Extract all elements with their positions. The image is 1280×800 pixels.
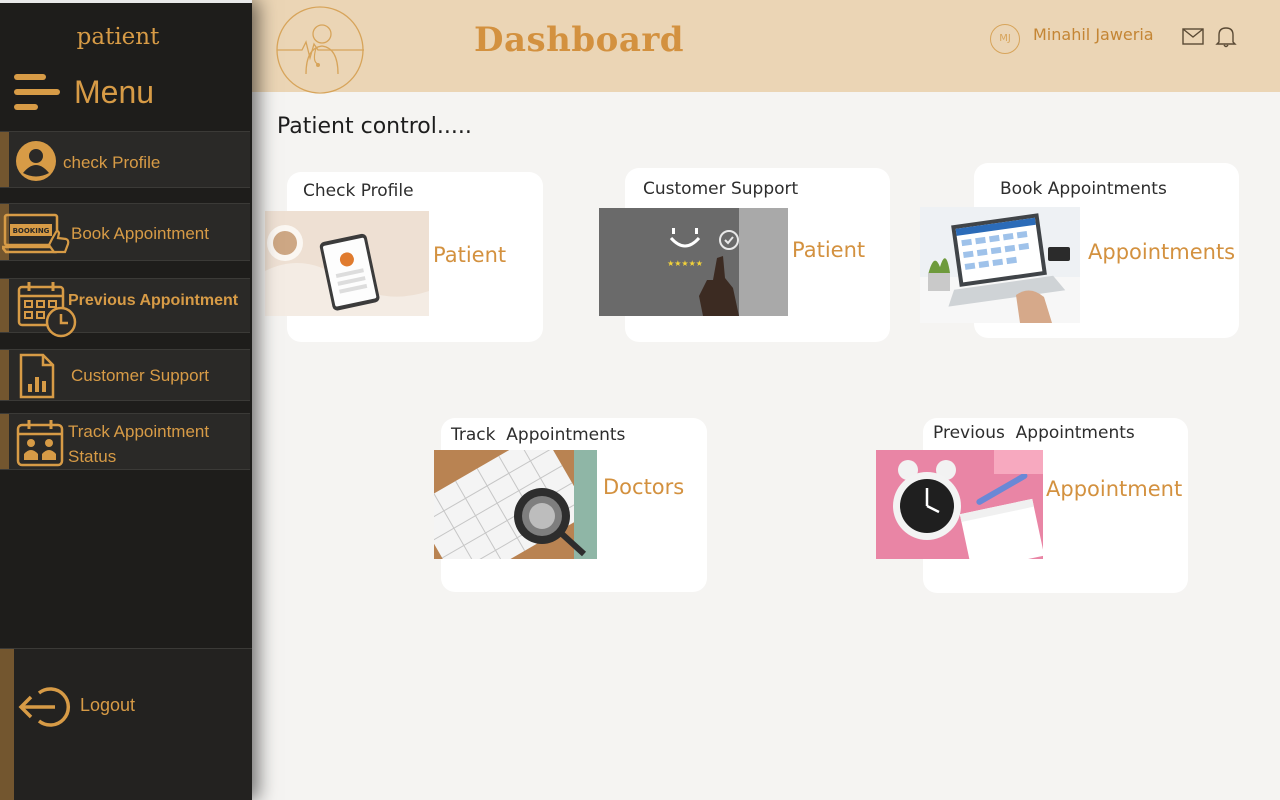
calendar-stethoscope-photo	[434, 450, 597, 559]
card-image-profile[interactable]	[265, 211, 429, 316]
card-label: Appointment	[1046, 477, 1183, 501]
top-header	[252, 0, 1280, 92]
sidebar-item-label: Customer Support	[71, 366, 209, 385]
sidebar-item-label-line2: Status	[68, 447, 117, 466]
card-title: Book Appointments	[1000, 179, 1167, 199]
sidebar-brand: patient	[76, 24, 160, 50]
alarm-clock-photo	[876, 450, 1043, 559]
mail-icon[interactable]	[1182, 28, 1204, 45]
card-image-track[interactable]	[434, 450, 597, 559]
sidebar-item-customer-support[interactable]: Customer Support	[0, 349, 250, 401]
booking-laptop-icon: BOOKING	[2, 213, 70, 254]
section-title: Patient control.....	[277, 114, 472, 139]
sidebar-item-label: Previous Appointment	[68, 292, 239, 309]
svg-text:★★★★★: ★★★★★	[667, 259, 703, 268]
sidebar-item-previous-appointment[interactable]: Previous Appointment	[0, 278, 250, 338]
card-title: Customer Support	[643, 179, 799, 199]
card-image-booking[interactable]	[920, 207, 1080, 323]
sidebar-top-divider	[0, 0, 252, 3]
sidebar-item-label-line1: Track Appointment	[68, 422, 210, 441]
user-icon	[16, 141, 56, 181]
card-image-support[interactable]: ★★★★★	[599, 208, 788, 316]
sidebar: patient Menu check Profile BOOKING Book …	[0, 0, 252, 800]
logout-icon	[18, 687, 70, 727]
card-image-previous[interactable]	[876, 450, 1043, 559]
laptop-calendar-photo	[920, 207, 1080, 323]
sidebar-item-check-profile[interactable]: check Profile	[0, 131, 250, 188]
menu-title: Menu	[74, 73, 155, 110]
user-name[interactable]: Minahil Jaweria	[1033, 25, 1154, 44]
card-label: Patient	[433, 243, 507, 267]
card-title: Previous Appointments	[933, 423, 1135, 443]
card-label: Patient	[792, 238, 866, 262]
calendar-people-icon	[16, 420, 64, 467]
phone-profile-photo	[265, 211, 429, 316]
support-rating-photo: ★★★★★	[599, 208, 788, 316]
card-title: Track Appointments	[451, 425, 626, 445]
card-label: Appointments	[1088, 240, 1236, 264]
logout-button[interactable]: Logout	[0, 648, 252, 800]
clinic-logo	[276, 6, 364, 94]
sidebar-item-label: Book Appointment	[71, 224, 209, 243]
page-title: Dashboard	[474, 20, 685, 60]
sidebar-item-track-appointment-status[interactable]: Track Appointment Status	[0, 413, 250, 470]
avatar[interactable]: MJ	[990, 24, 1020, 54]
card-label: Doctors	[603, 475, 685, 499]
document-chart-icon	[19, 353, 55, 399]
card-title: Check Profile	[303, 181, 414, 201]
menu-header: Menu	[14, 72, 154, 112]
svg-text:BOOKING: BOOKING	[13, 227, 50, 235]
sidebar-item-book-appointment[interactable]: BOOKING Book Appointment	[0, 203, 250, 261]
bell-icon[interactable]	[1215, 25, 1237, 48]
sidebar-item-label: check Profile	[63, 153, 161, 172]
hamburger-menu-icon[interactable]	[14, 72, 60, 112]
logout-label: Logout	[80, 695, 136, 715]
